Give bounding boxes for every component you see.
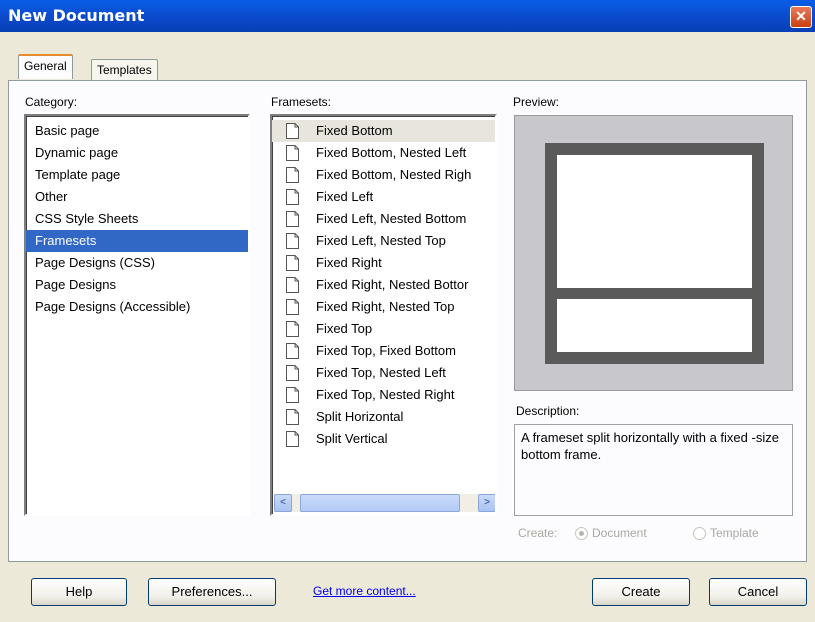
frameset-item-label: Fixed Top, Nested Left (316, 365, 446, 380)
frameset-item[interactable]: Fixed Top, Fixed Bottom (272, 340, 495, 362)
frameset-item[interactable]: Fixed Bottom, Nested Left (272, 142, 495, 164)
frameset-item[interactable]: Fixed Right, Nested Bottor (272, 274, 495, 296)
framesets-list[interactable]: Fixed Bottom Fixed Bottom, Nested Left Fix… (270, 114, 497, 516)
frameset-item-label: Fixed Bottom (316, 123, 393, 138)
category-item[interactable]: Framesets (26, 230, 248, 252)
frameset-item-label: Fixed Bottom, Nested Righ (316, 167, 472, 182)
radio-document-label: Document (592, 526, 647, 540)
frameset-item[interactable]: Fixed Left (272, 186, 495, 208)
category-item[interactable]: Page Designs (Accessible) (26, 296, 248, 318)
radio-template-label: Template (710, 526, 759, 540)
preview-main-frame (557, 155, 752, 288)
help-button[interactable]: Help (31, 578, 127, 606)
description-text: A frameset split horizontally with a fix… (514, 424, 793, 516)
frameset-item[interactable]: Fixed Bottom, Nested Righ (272, 164, 495, 186)
frameset-item-label: Fixed Left (316, 189, 374, 204)
frameset-item-label: Fixed Top (316, 321, 373, 336)
horizontal-scrollbar[interactable]: < > (274, 494, 495, 512)
category-item[interactable]: Basic page (26, 120, 248, 142)
framesets-label: Framesets: (271, 95, 332, 109)
frameset-item[interactable]: Fixed Right (272, 252, 495, 274)
category-label: Category: (25, 95, 78, 109)
tab-templates-label: Templates (97, 63, 152, 77)
scroll-thumb[interactable] (300, 494, 460, 512)
frameset-item[interactable]: Fixed Left, Nested Top (272, 230, 495, 252)
frameset-item-label: Fixed Left, Nested Bottom (316, 211, 467, 226)
document-icon (286, 255, 299, 271)
category-item[interactable]: Other (26, 186, 248, 208)
get-more-content-link[interactable]: Get more content... (313, 584, 416, 598)
create-options: Create: Document Template (518, 526, 759, 540)
category-list[interactable]: Basic page Dynamic page Template page Other… (24, 114, 250, 516)
document-icon (286, 211, 299, 227)
document-icon (286, 233, 299, 249)
preview-image (514, 115, 793, 391)
document-icon (286, 387, 299, 403)
close-icon: ✕ (795, 8, 807, 24)
scroll-right-button[interactable]: > (478, 494, 495, 512)
category-item[interactable]: Page Designs (26, 274, 248, 296)
chevron-left-icon: < (280, 497, 286, 508)
frameset-item[interactable]: Fixed Left, Nested Bottom (272, 208, 495, 230)
frameset-item[interactable]: Fixed Top (272, 318, 495, 340)
tab-templates[interactable]: Templates (91, 59, 158, 81)
cancel-button[interactable]: Cancel (709, 578, 807, 606)
document-icon (286, 299, 299, 315)
document-icon (286, 189, 299, 205)
preview-bottom-frame (557, 299, 752, 352)
frameset-item[interactable]: Fixed Top, Nested Right (272, 384, 495, 406)
frameset-item[interactable]: Split Horizontal (272, 406, 495, 428)
category-item[interactable]: Dynamic page (26, 142, 248, 164)
frameset-item[interactable]: Fixed Bottom (272, 120, 495, 142)
category-item[interactable]: CSS Style Sheets (26, 208, 248, 230)
radio-template[interactable] (693, 527, 706, 540)
document-icon (286, 277, 299, 293)
create-label: Create: (518, 526, 558, 540)
frameset-item[interactable]: Fixed Right, Nested Top (272, 296, 495, 318)
title-bar: New Document ✕ (0, 0, 815, 32)
frameset-item-label: Split Horizontal (316, 409, 404, 424)
document-icon (286, 409, 299, 425)
frameset-item-label: Fixed Bottom, Nested Left (316, 145, 467, 160)
scroll-left-button[interactable]: < (274, 494, 292, 512)
chevron-right-icon: > (484, 497, 490, 508)
frameset-item-label: Fixed Top, Fixed Bottom (316, 343, 456, 358)
frameset-item[interactable]: Split Vertical (272, 428, 495, 450)
tab-general[interactable]: General (18, 54, 73, 79)
radio-document[interactable] (575, 527, 588, 540)
preferences-button[interactable]: Preferences... (148, 578, 276, 606)
description-label: Description: (516, 404, 580, 418)
window-title: New Document (8, 6, 145, 25)
document-icon (286, 431, 299, 447)
document-icon (286, 123, 299, 139)
category-item[interactable]: Template page (26, 164, 248, 186)
category-item[interactable]: Page Designs (CSS) (26, 252, 248, 274)
document-icon (286, 145, 299, 161)
frameset-item-label: Fixed Right, Nested Top (316, 299, 455, 314)
frameset-item-label: Fixed Right, Nested Bottor (316, 277, 469, 292)
document-icon (286, 365, 299, 381)
frameset-item-label: Fixed Right (316, 255, 382, 270)
document-icon (286, 343, 299, 359)
create-button[interactable]: Create (592, 578, 690, 606)
frameset-preview (545, 143, 764, 364)
document-icon (286, 167, 299, 183)
frameset-item-label: Fixed Left, Nested Top (316, 233, 446, 248)
close-button[interactable]: ✕ (790, 6, 812, 28)
preview-label: Preview: (513, 95, 560, 109)
frameset-item-label: Fixed Top, Nested Right (316, 387, 455, 402)
frameset-item-label: Split Vertical (316, 431, 388, 446)
tab-general-label: General (24, 59, 67, 73)
frameset-item[interactable]: Fixed Top, Nested Left (272, 362, 495, 384)
document-icon (286, 321, 299, 337)
